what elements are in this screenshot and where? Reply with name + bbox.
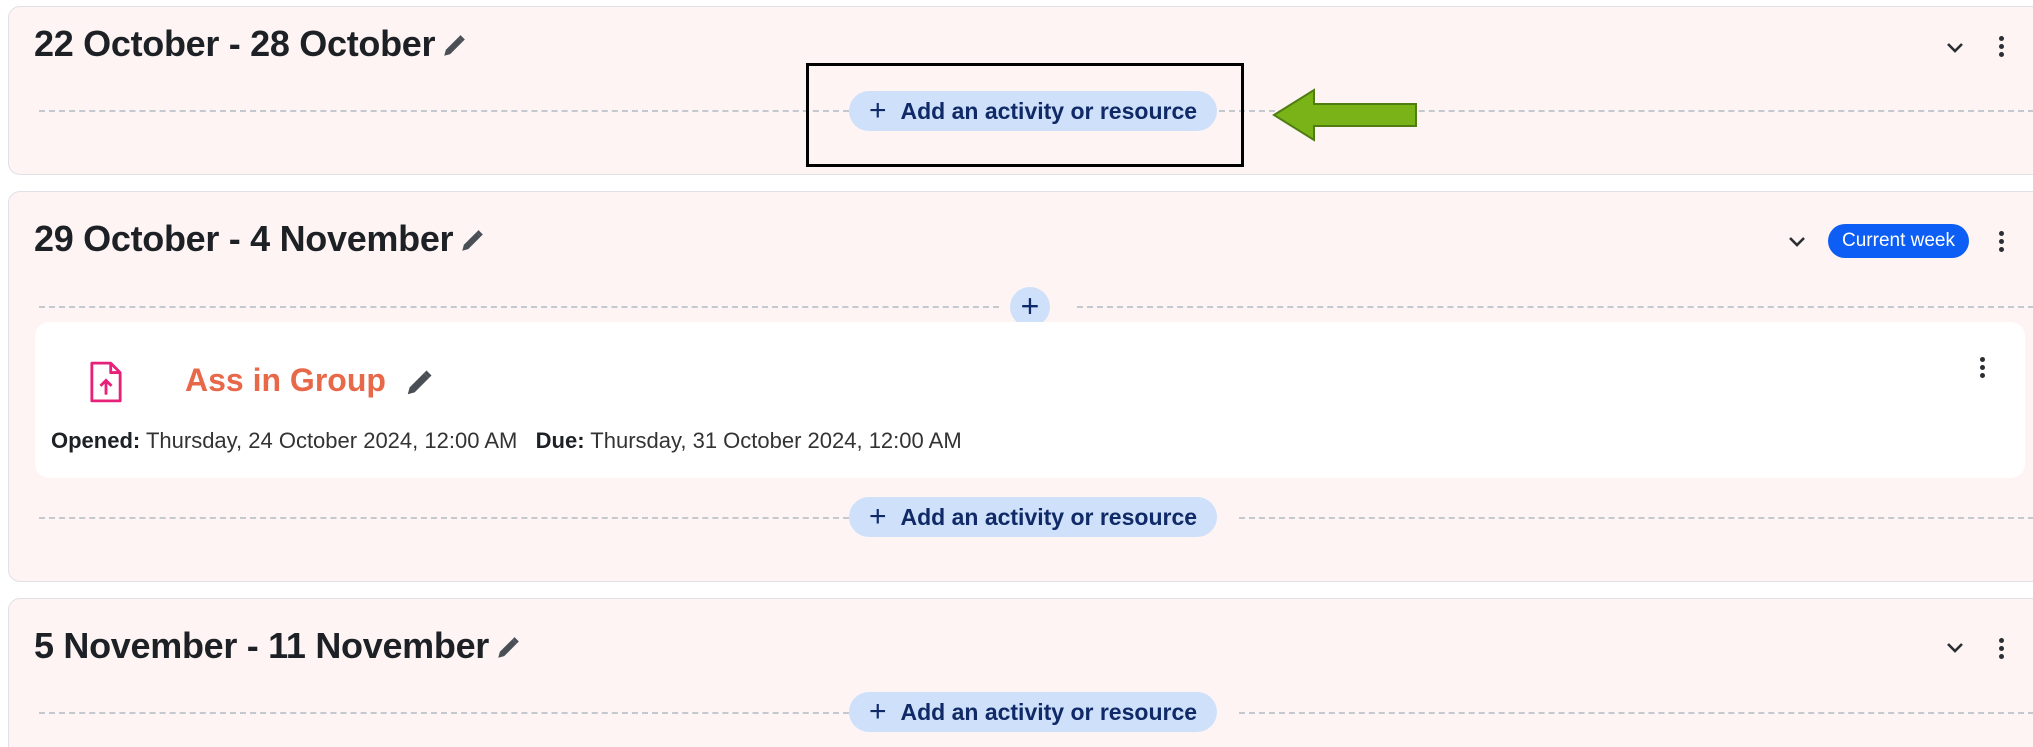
divider-left [39,712,849,714]
plus-icon: + [868,695,887,728]
opened-value: Thursday, 24 October 2024, 12:00 AM [145,428,518,453]
week-section-1: 22 October - 28 October + Add an activity… [8,6,2033,175]
activity-name: Ass in Group [185,362,386,398]
due-label: Due: [535,428,585,453]
green-arrow-left [1272,88,1417,142]
kebab-menu-icon[interactable] [1977,354,1987,384]
activity-dates: Opened: Thursday, 24 October 2024, 12:00… [51,428,962,454]
pencil-icon[interactable] [459,228,485,254]
divider-right [1077,306,2033,308]
week-section-3: 5 November - 11 November + Add an activit… [8,598,2033,747]
plus-icon: + [868,500,887,533]
add-activity-button[interactable]: + Add an activity or resource [849,91,1217,131]
week-section-2: 29 October - 4 November Current week + A… [8,191,2033,582]
assignment-upload-icon [90,361,122,403]
divider-left [39,110,849,112]
section-title: 22 October - 28 October [34,23,467,65]
activity-card: Ass in Group Opened: Thursday, 24 Octobe… [35,322,2025,478]
add-activity-plus-button[interactable]: + [1010,287,1050,327]
section-title-text: 29 October - 4 November [34,218,454,259]
divider-left [39,306,999,308]
kebab-menu-icon[interactable] [1996,33,2006,63]
section-title: 5 November - 11 November [34,625,521,667]
opened-label: Opened: [51,428,141,453]
current-week-badge: Current week [1828,224,1969,258]
section-title-text: 5 November - 11 November [34,625,489,666]
due-value: Thursday, 31 October 2024, 12:00 AM [590,428,962,453]
plus-icon: + [868,94,887,127]
section-title: 29 October - 4 November [34,218,485,260]
add-activity-label: Add an activity or resource [900,97,1198,124]
add-activity-button[interactable]: + Add an activity or resource [849,497,1217,537]
divider-right [1239,517,2033,519]
kebab-menu-icon[interactable] [1996,228,2006,258]
kebab-menu-icon[interactable] [1996,635,2006,665]
divider-left [39,517,849,519]
add-activity-label: Add an activity or resource [900,698,1198,725]
pencil-icon[interactable] [495,635,521,661]
divider-right [1239,712,2033,714]
section-title-text: 22 October - 28 October [34,23,436,64]
activity-title-link[interactable]: Ass in Group [185,362,434,399]
add-activity-button[interactable]: + Add an activity or resource [849,692,1217,732]
pencil-icon[interactable] [441,33,467,59]
add-activity-label: Add an activity or resource [900,503,1198,530]
pencil-icon[interactable] [404,368,434,398]
chevron-down-icon[interactable] [1943,35,1967,59]
chevron-down-icon[interactable] [1785,229,1809,253]
chevron-down-icon[interactable] [1943,635,1967,659]
